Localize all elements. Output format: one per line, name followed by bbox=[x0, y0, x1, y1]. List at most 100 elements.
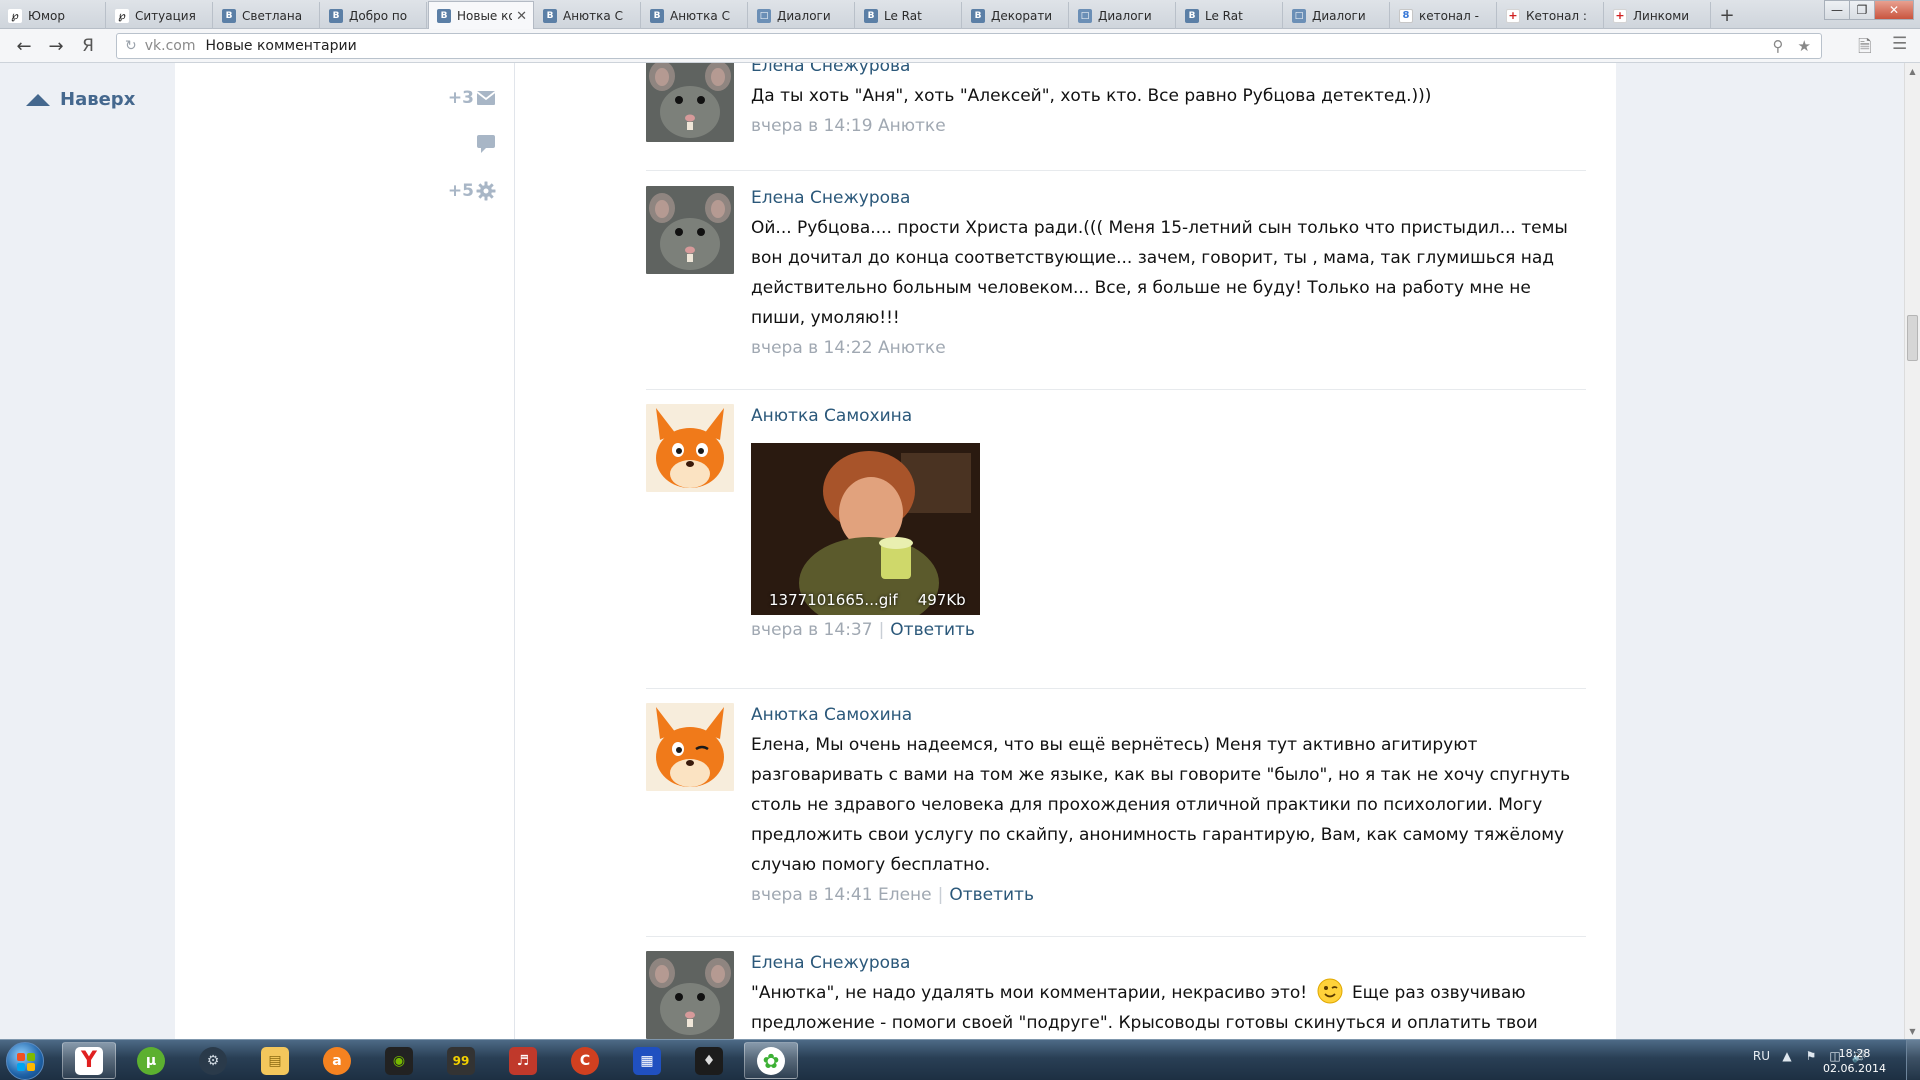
fox-avatar[interactable] bbox=[646, 703, 734, 791]
comment-time[interactable]: вчера в 14:22 bbox=[751, 338, 873, 358]
system-clock[interactable]: 18:28 02.06.2014 bbox=[1823, 1046, 1886, 1076]
language-indicator[interactable]: RU bbox=[1753, 1049, 1770, 1063]
show-desktop-button[interactable] bbox=[1906, 1040, 1920, 1080]
speaker-app-icon[interactable]: ♬ bbox=[496, 1042, 550, 1079]
scroll-up-arrow-icon[interactable]: ▲ bbox=[1905, 63, 1920, 79]
vertical-scrollbar[interactable]: ▲ ▼ bbox=[1904, 63, 1920, 1039]
vk-icon: B bbox=[222, 8, 236, 23]
menu-icon[interactable]: ☰ bbox=[1892, 34, 1907, 54]
tab-label: Анютка С bbox=[670, 8, 730, 23]
avast-icon[interactable]: a bbox=[310, 1042, 364, 1079]
url-page-title: Новые комментарии bbox=[205, 38, 357, 54]
comments-counter[interactable] bbox=[474, 134, 496, 154]
start-button[interactable] bbox=[6, 1042, 44, 1080]
browser-tab-active[interactable]: B Новые ко ✕ bbox=[428, 1, 534, 30]
attachment-label: 1377101665...gif 497Kb bbox=[769, 591, 966, 609]
close-window-button[interactable]: ✕ bbox=[1874, 0, 1914, 20]
yandex-logo-button[interactable]: Я bbox=[74, 34, 102, 58]
browser-tab[interactable]: ℘ Ситуация bbox=[107, 2, 213, 29]
comment-divider bbox=[646, 688, 1586, 689]
google-icon: 8 bbox=[1399, 8, 1413, 23]
comment-author[interactable]: Елена Снежурова bbox=[751, 187, 1586, 209]
comment-time[interactable]: вчера в 14:37 bbox=[751, 620, 873, 640]
browser-tab[interactable]: □ Диалоги bbox=[1284, 2, 1390, 29]
to-top-button[interactable]: Наверх bbox=[26, 89, 135, 110]
yandex-browser-icon[interactable]: Y bbox=[62, 1042, 116, 1079]
star-icon[interactable]: ★ bbox=[1798, 37, 1811, 55]
browser-tab[interactable]: □ Диалоги bbox=[749, 2, 855, 29]
right-margin bbox=[1616, 63, 1904, 1039]
reload-icon[interactable]: ↻ bbox=[125, 38, 137, 54]
medical-icon: + bbox=[1506, 8, 1520, 23]
comment-text: Ой... Рубцова.... прости Христа ради.(((… bbox=[751, 218, 1568, 328]
reply-link[interactable]: Ответить bbox=[949, 885, 1034, 905]
comment-author[interactable]: Елена Снежурова bbox=[751, 63, 1586, 77]
browser-tab[interactable]: B Le Rat bbox=[856, 2, 962, 29]
browser-tab[interactable]: B Декорати bbox=[963, 2, 1069, 29]
scroll-thumb[interactable] bbox=[1907, 315, 1918, 361]
address-bar[interactable]: ↻ vk.com Новые комментарии ⚲ ★ bbox=[116, 33, 1822, 59]
windows-logo-icon bbox=[17, 1053, 35, 1071]
paint-grid-icon[interactable]: ▦ bbox=[620, 1042, 674, 1079]
browser-tab[interactable]: B Анютка С bbox=[535, 2, 641, 29]
rat-avatar[interactable] bbox=[646, 951, 734, 1039]
fox-avatar[interactable] bbox=[646, 404, 734, 492]
gif-preview-image bbox=[751, 443, 980, 615]
scroll-down-arrow-icon[interactable]: ▼ bbox=[1905, 1023, 1920, 1039]
rat-avatar[interactable] bbox=[646, 63, 734, 142]
steam-icon[interactable]: ⚙ bbox=[186, 1042, 240, 1079]
icq-icon[interactable]: ✿ bbox=[744, 1042, 798, 1079]
browser-tab[interactable]: B Le Rat bbox=[1177, 2, 1283, 29]
settings-counter[interactable]: +5 bbox=[448, 181, 496, 201]
minimize-button[interactable]: — bbox=[1824, 0, 1850, 20]
tray-expand-icon[interactable]: ▲ bbox=[1780, 1049, 1794, 1063]
comment-author[interactable]: Анютка Самохина bbox=[751, 704, 1586, 726]
messages-count: +3 bbox=[447, 88, 474, 108]
ccleaner-icon[interactable]: C bbox=[558, 1042, 612, 1079]
vk-icon: B bbox=[543, 8, 557, 23]
page-icon[interactable]: 🗎 bbox=[1858, 34, 1872, 63]
comment-reply-to[interactable]: Анютке bbox=[878, 338, 946, 358]
back-button[interactable]: ← bbox=[10, 34, 38, 58]
browser-tab[interactable]: 8 кетонал - bbox=[1391, 2, 1497, 29]
action-center-flag-icon[interactable]: ⚑ bbox=[1804, 1049, 1818, 1063]
new-tab-button[interactable]: + bbox=[1716, 3, 1738, 27]
messages-counter[interactable]: +3 bbox=[448, 88, 496, 108]
99-app-icon[interactable]: 99 bbox=[434, 1042, 488, 1079]
gear-icon bbox=[476, 181, 496, 201]
comment-author[interactable]: Елена Снежурова bbox=[751, 952, 1586, 974]
nvidia-icon[interactable]: ◉ bbox=[372, 1042, 426, 1079]
browser-tab[interactable]: □ Диалоги bbox=[1070, 2, 1176, 29]
reply-link[interactable]: Ответить bbox=[890, 620, 975, 640]
browser-tab[interactable]: B Анютка С bbox=[642, 2, 748, 29]
left-margin bbox=[0, 63, 175, 1039]
explorer-folder-icon[interactable]: ▤ bbox=[248, 1042, 302, 1079]
skyrim-icon[interactable]: ♦ bbox=[682, 1042, 736, 1079]
speech-bubble-icon bbox=[477, 135, 495, 153]
gif-attachment[interactable]: 1377101665...gif 497Kb bbox=[751, 443, 980, 615]
utorrent-icon[interactable]: µ bbox=[124, 1042, 178, 1079]
tab-label: Декорати bbox=[991, 8, 1053, 23]
tab-close-icon[interactable]: ✕ bbox=[516, 9, 527, 24]
comment-time[interactable]: вчера в 14:41 bbox=[751, 885, 873, 905]
rat-avatar[interactable] bbox=[646, 186, 734, 274]
comment-reply-to[interactable]: Анютке bbox=[878, 116, 946, 136]
browser-tab[interactable]: B Светлана bbox=[214, 2, 320, 29]
comment-divider bbox=[646, 170, 1586, 171]
vk-icon: B bbox=[437, 9, 451, 23]
comment-author[interactable]: Анютка Самохина bbox=[751, 405, 1586, 427]
tab-label: Светлана bbox=[242, 8, 303, 23]
comment-divider bbox=[646, 936, 1586, 937]
browser-tab[interactable]: + Кетонал : bbox=[1498, 2, 1604, 29]
browser-tab[interactable]: + Линкоми bbox=[1605, 2, 1711, 29]
restore-button[interactable]: ❐ bbox=[1849, 0, 1875, 20]
browser-tab[interactable]: B Добро по bbox=[321, 2, 427, 29]
search-icon[interactable]: ⚲ bbox=[1773, 37, 1784, 55]
forward-button[interactable]: → bbox=[42, 34, 70, 58]
comment-meta: вчера в 14:41 Елене | Ответить bbox=[751, 885, 1034, 905]
browser-tab[interactable]: ℘ Юмор bbox=[0, 2, 106, 29]
comment-time[interactable]: вчера в 14:19 bbox=[751, 116, 873, 136]
envelope-icon bbox=[476, 91, 496, 105]
comment-reply-to[interactable]: Елене bbox=[878, 885, 932, 905]
left-menu-column: +3 +5 bbox=[175, 63, 515, 1039]
